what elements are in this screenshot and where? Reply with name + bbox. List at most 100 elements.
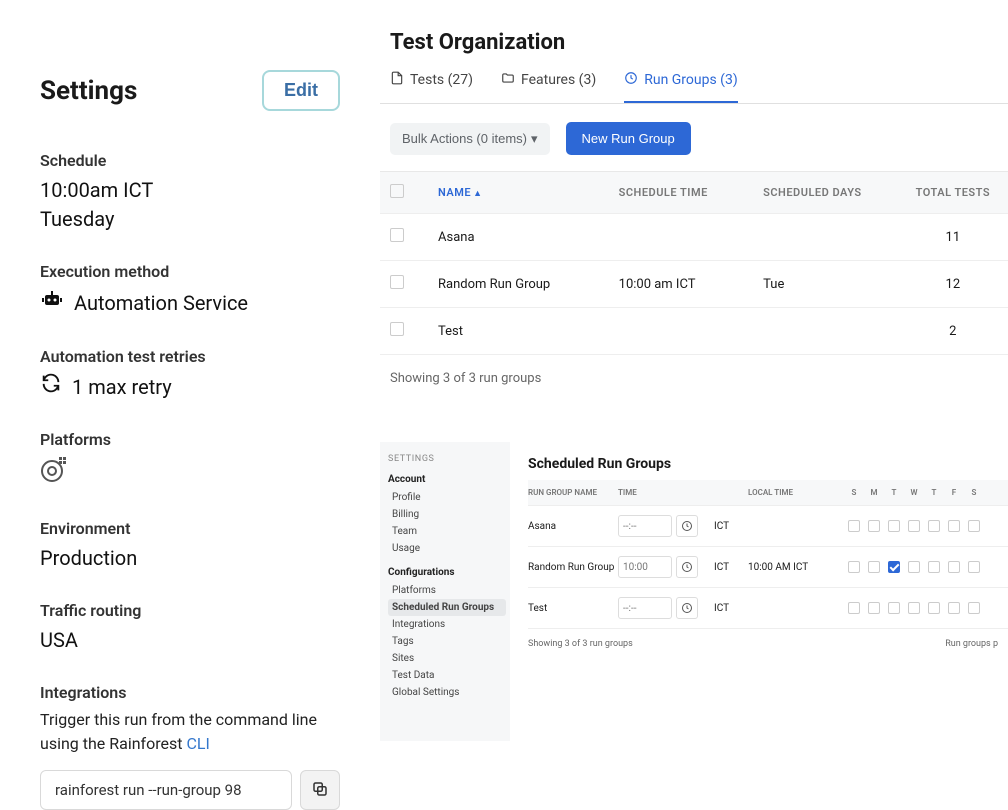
copy-button[interactable]: [300, 770, 340, 810]
tab-bar: Tests (27) Features (3) Run Groups (3): [380, 65, 1008, 104]
day-checkbox[interactable]: [968, 561, 980, 573]
execution-value: Automation Service: [74, 289, 248, 318]
platforms-block: Platforms: [40, 430, 340, 491]
day-checkbox[interactable]: [928, 520, 940, 532]
sidebar-item-tags[interactable]: Tags: [388, 633, 506, 650]
day-checkbox[interactable]: [888, 602, 900, 614]
sidebar-item-test-data[interactable]: Test Data: [388, 667, 506, 684]
tab-run-groups[interactable]: Run Groups (3): [624, 65, 738, 103]
srg-row: Asana--:-- ICT: [528, 506, 1008, 547]
row-checkbox[interactable]: [390, 275, 404, 289]
day-checkbox[interactable]: [888, 561, 900, 573]
day-checkbox[interactable]: [848, 602, 860, 614]
select-all-checkbox[interactable]: [390, 184, 404, 198]
sidebar-item-profile[interactable]: Profile: [388, 489, 506, 506]
day-checkbox[interactable]: [928, 602, 940, 614]
srg-days: [848, 561, 1008, 573]
sidebar-item-billing[interactable]: Billing: [388, 506, 506, 523]
execution-label: Execution method: [40, 262, 340, 281]
settings-subpanel: SETTINGS Account ProfileBillingTeamUsage…: [380, 442, 1008, 741]
col-days-header[interactable]: Scheduled Days: [763, 186, 908, 199]
day-checkbox[interactable]: [888, 520, 900, 532]
srg-name: Random Run Group: [528, 562, 618, 573]
row-total: 11: [908, 230, 998, 245]
environment-label: Environment: [40, 519, 340, 538]
integrations-label: Integrations: [40, 683, 340, 702]
sidebar-item-global-settings[interactable]: Global Settings: [388, 684, 506, 701]
config-group-title: Configurations: [388, 567, 506, 578]
time-input[interactable]: --:--: [618, 597, 672, 619]
chevron-down-icon: ▾: [531, 131, 538, 147]
day-checkbox[interactable]: [848, 520, 860, 532]
schedule-block: Schedule 10:00am ICT Tuesday: [40, 151, 340, 234]
day-checkbox[interactable]: [908, 602, 920, 614]
table-row[interactable]: Test2: [380, 308, 1008, 355]
day-checkbox[interactable]: [868, 602, 880, 614]
srg-name: Asana: [528, 521, 618, 532]
edit-button[interactable]: Edit: [262, 70, 340, 111]
row-total: 2: [908, 324, 998, 339]
day-checkbox[interactable]: [848, 561, 860, 573]
day-header: T: [928, 488, 940, 497]
integrations-text: Trigger this run from the command line u…: [40, 708, 340, 756]
cli-command-input[interactable]: [40, 770, 292, 810]
document-icon: [390, 71, 404, 89]
clock-button[interactable]: [676, 597, 698, 619]
day-header: T: [888, 488, 900, 497]
srg-name: Test: [528, 603, 618, 614]
day-header: F: [948, 488, 960, 497]
srg-days: [848, 602, 1008, 614]
row-checkbox[interactable]: [390, 228, 404, 242]
srg-header: Run Group Name Time Local Time SMTWTFS: [528, 480, 1008, 506]
environment-block: Environment Production: [40, 519, 340, 573]
row-name: Random Run Group: [430, 277, 619, 292]
day-checkbox[interactable]: [928, 561, 940, 573]
sidebar-item-team[interactable]: Team: [388, 523, 506, 540]
sidebar-item-sites[interactable]: Sites: [388, 650, 506, 667]
page-title: Test Organization: [380, 30, 1008, 55]
table-header: Name▲ Schedule Time Scheduled Days Total…: [380, 172, 1008, 214]
platforms-label: Platforms: [40, 430, 340, 449]
day-checkbox[interactable]: [868, 561, 880, 573]
day-checkbox[interactable]: [948, 520, 960, 532]
clock-button[interactable]: [676, 515, 698, 537]
row-days: Tue: [763, 277, 908, 292]
col-name-header[interactable]: Name▲: [430, 186, 619, 199]
day-checkbox[interactable]: [948, 602, 960, 614]
sidebar-item-integrations[interactable]: Integrations: [388, 616, 506, 633]
day-checkbox[interactable]: [968, 520, 980, 532]
sidebar-item-platforms[interactable]: Platforms: [388, 582, 506, 599]
day-checkbox[interactable]: [968, 602, 980, 614]
copy-icon: [311, 780, 329, 801]
col-total-header[interactable]: Total Tests: [908, 186, 998, 199]
table-row[interactable]: Asana11: [380, 214, 1008, 261]
table-row[interactable]: Random Run Group10:00 am ICTTue12: [380, 261, 1008, 308]
settings-label-small: SETTINGS: [388, 454, 506, 464]
day-checkbox[interactable]: [868, 520, 880, 532]
day-checkbox[interactable]: [908, 520, 920, 532]
row-checkbox[interactable]: [390, 322, 404, 336]
col-time-header[interactable]: Schedule Time: [619, 186, 764, 199]
sort-asc-icon: ▲: [473, 189, 482, 199]
bulk-actions-button[interactable]: Bulk Actions (0 items) ▾: [390, 123, 550, 155]
tab-features[interactable]: Features (3): [501, 65, 596, 103]
tab-tests[interactable]: Tests (27): [390, 65, 473, 103]
day-checkbox[interactable]: [908, 561, 920, 573]
result-count: Showing 3 of 3 run groups: [380, 355, 1008, 402]
sidebar-item-scheduled-run-groups[interactable]: Scheduled Run Groups: [388, 599, 506, 616]
schedule-label: Schedule: [40, 151, 340, 170]
new-run-group-button[interactable]: New Run Group: [566, 122, 691, 155]
sidebar-item-usage[interactable]: Usage: [388, 540, 506, 557]
time-input[interactable]: 10:00: [618, 556, 672, 578]
chrome-icon: [40, 464, 68, 488]
clock-button[interactable]: [676, 556, 698, 578]
traffic-block: Traffic routing USA: [40, 601, 340, 655]
srg-row: Test--:--ICT: [528, 588, 1008, 629]
sub-main: Scheduled Run Groups Run Group Name Time…: [510, 442, 1008, 741]
time-input[interactable]: --:--: [618, 515, 672, 537]
row-time: 10:00 am ICT: [619, 277, 764, 292]
day-checkbox[interactable]: [948, 561, 960, 573]
srg-row: Random Run Group10:00ICT10:00 AM ICT: [528, 547, 1008, 588]
srg-tz: ICT: [708, 521, 748, 532]
cli-link[interactable]: CLI: [186, 734, 209, 753]
